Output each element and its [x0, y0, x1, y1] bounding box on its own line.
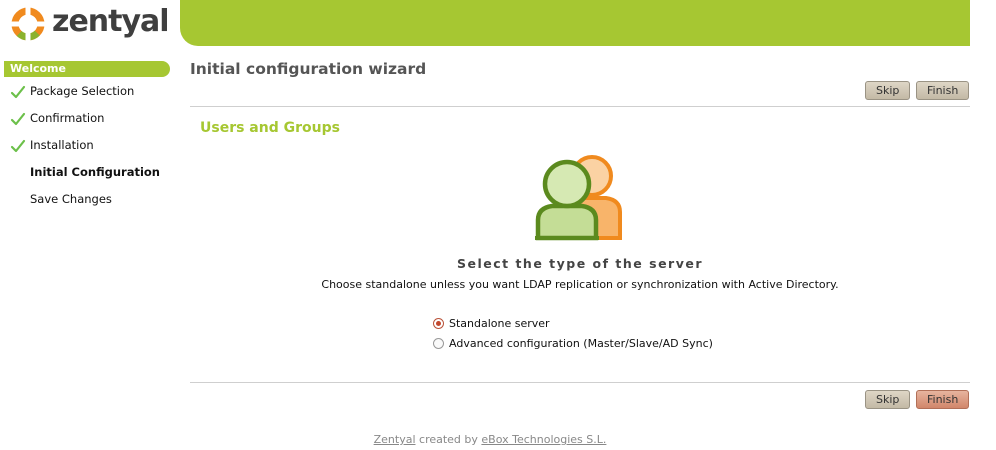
radio-advanced[interactable]	[433, 338, 444, 349]
step-installation: Installation	[4, 137, 170, 164]
footer-company-link[interactable]: eBox Technologies S.L.	[481, 433, 606, 446]
page-title: Initial configuration wizard	[190, 60, 427, 78]
logo-text: zentyal	[52, 4, 170, 39]
footer-zentyal-link[interactable]: Zentyal	[374, 433, 416, 446]
footer-text: created by	[419, 433, 478, 446]
check-icon	[10, 112, 26, 126]
option-advanced-configuration[interactable]: Advanced configuration (Master/Slave/AD …	[433, 336, 713, 352]
finish-button-bottom[interactable]: Finish	[916, 390, 970, 409]
sidebar-welcome: Welcome	[4, 61, 170, 77]
step-initial-configuration: Initial Configuration	[4, 164, 170, 191]
sidebar: Welcome Package Selection Confirmation I…	[4, 61, 170, 218]
divider-top	[190, 106, 970, 107]
logo[interactable]: zentyal	[0, 0, 180, 46]
radio-standalone[interactable]	[433, 318, 444, 329]
check-icon	[10, 139, 26, 153]
wizard-steps: Package Selection Confirmation Installat…	[4, 83, 170, 218]
option-label: Standalone server	[449, 317, 550, 330]
step-save-changes: Save Changes	[4, 191, 170, 218]
server-type-description: Choose standalone unless you want LDAP r…	[321, 278, 839, 291]
header-bar	[180, 0, 970, 46]
option-label: Advanced configuration (Master/Slave/AD …	[449, 337, 713, 350]
server-type-heading: Select the type of the server	[456, 256, 704, 271]
step-label: Installation	[30, 138, 94, 152]
check-icon	[10, 85, 26, 99]
step-label: Save Changes	[30, 192, 112, 206]
skip-button-bottom[interactable]: Skip	[865, 390, 911, 409]
footer: Zentyal created by eBox Technologies S.L…	[190, 433, 790, 446]
step-package-selection: Package Selection	[4, 83, 170, 110]
skip-button-top[interactable]: Skip	[865, 81, 911, 100]
step-confirmation: Confirmation	[4, 110, 170, 137]
option-standalone-server[interactable]: Standalone server	[433, 316, 550, 332]
step-label: Confirmation	[30, 111, 105, 125]
zentyal-logo-icon	[11, 7, 45, 41]
finish-button-top[interactable]: Finish	[916, 81, 970, 100]
users-group-icon	[535, 155, 622, 241]
section-title: Users and Groups	[200, 120, 340, 136]
step-label: Package Selection	[30, 84, 135, 98]
divider-bottom	[190, 382, 970, 383]
step-label: Initial Configuration	[30, 165, 160, 179]
